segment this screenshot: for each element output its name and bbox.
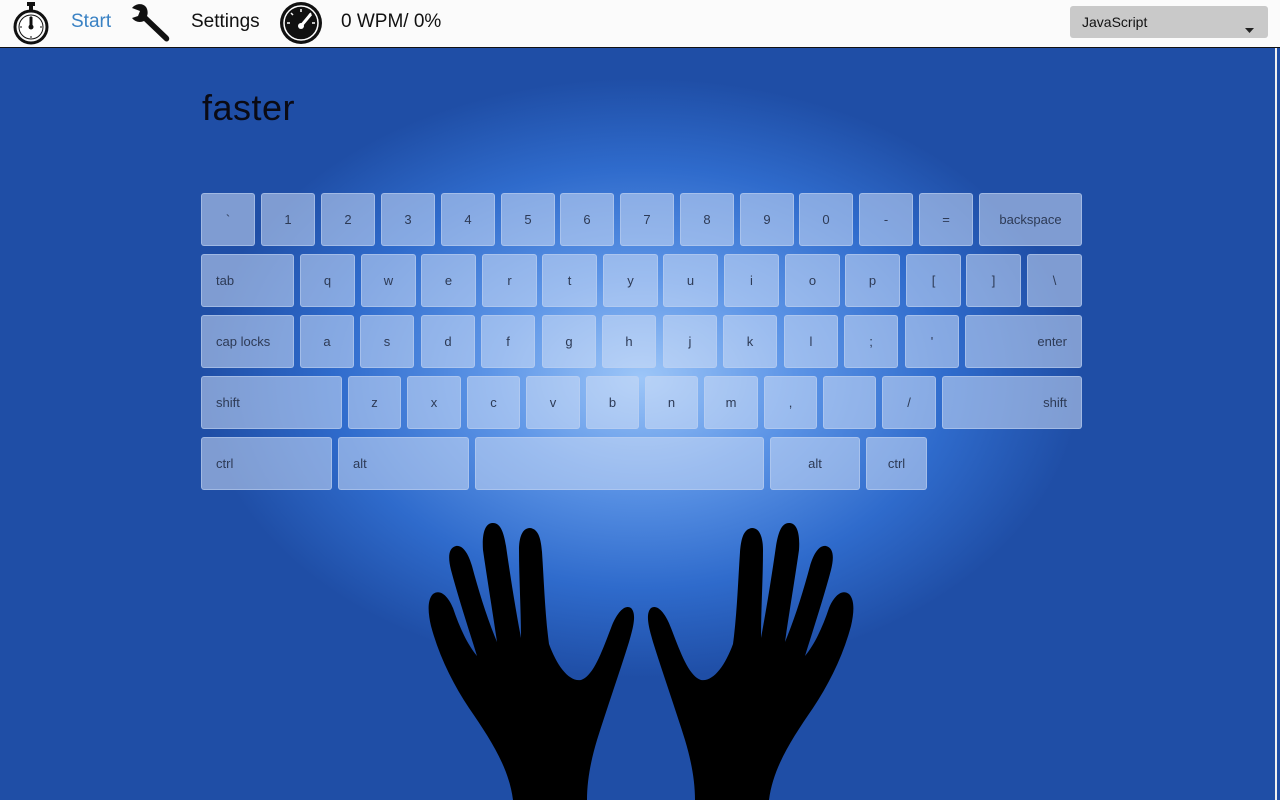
top-toolbar: Start Settings 0 WPM/ 0% JavaScript: [0, 0, 1280, 48]
key-e[interactable]: e: [421, 254, 476, 307]
typing-stage: faster ` 1 2 3 4 5 6 7 8 9 0 - = backspa…: [1, 48, 1277, 800]
key-2[interactable]: 2: [321, 193, 375, 246]
key-slash[interactable]: /: [882, 376, 936, 429]
hands-illustration: [421, 518, 861, 800]
key-r[interactable]: r: [482, 254, 537, 307]
key-alt-right[interactable]: alt: [770, 437, 860, 490]
key-minus[interactable]: -: [859, 193, 913, 246]
key-o[interactable]: o: [785, 254, 840, 307]
key-backtick[interactable]: `: [201, 193, 255, 246]
key-y[interactable]: y: [603, 254, 658, 307]
key-z[interactable]: z: [348, 376, 401, 429]
key-8[interactable]: 8: [680, 193, 734, 246]
key-caps-lock[interactable]: cap locks: [201, 315, 294, 368]
language-select[interactable]: JavaScript: [1070, 6, 1268, 38]
key-tab[interactable]: tab: [201, 254, 294, 307]
key-n[interactable]: n: [645, 376, 698, 429]
key-k[interactable]: k: [723, 315, 777, 368]
key-t[interactable]: t: [542, 254, 597, 307]
start-button[interactable]: Start: [71, 11, 111, 33]
key-6[interactable]: 6: [560, 193, 614, 246]
wrench-icon[interactable]: [128, 2, 174, 46]
key-d[interactable]: d: [421, 315, 475, 368]
key-9[interactable]: 9: [740, 193, 794, 246]
key-g[interactable]: g: [542, 315, 596, 368]
key-ctrl-left[interactable]: ctrl: [201, 437, 332, 490]
key-l[interactable]: l: [784, 315, 838, 368]
key-p[interactable]: p: [845, 254, 900, 307]
key-i[interactable]: i: [724, 254, 779, 307]
key-m[interactable]: m: [704, 376, 758, 429]
key-backspace[interactable]: backspace: [979, 193, 1082, 246]
key-5[interactable]: 5: [501, 193, 555, 246]
key-right-bracket[interactable]: ]: [966, 254, 1021, 307]
key-space[interactable]: [475, 437, 764, 490]
settings-button[interactable]: Settings: [191, 11, 260, 33]
stopwatch-icon[interactable]: [12, 2, 50, 46]
key-q[interactable]: q: [300, 254, 355, 307]
key-comma[interactable]: ,: [764, 376, 817, 429]
key-left-bracket[interactable]: [: [906, 254, 961, 307]
key-period[interactable]: [823, 376, 876, 429]
key-0[interactable]: 0: [799, 193, 853, 246]
key-enter[interactable]: enter: [965, 315, 1082, 368]
key-w[interactable]: w: [361, 254, 416, 307]
key-1[interactable]: 1: [261, 193, 315, 246]
key-u[interactable]: u: [663, 254, 718, 307]
key-shift-right[interactable]: shift: [942, 376, 1082, 429]
wpm-accuracy-readout: 0 WPM/ 0%: [341, 11, 442, 32]
key-v[interactable]: v: [526, 376, 580, 429]
language-select-value: JavaScript: [1082, 14, 1148, 30]
key-4[interactable]: 4: [441, 193, 495, 246]
chevron-down-icon: [1245, 20, 1254, 38]
key-j[interactable]: j: [663, 315, 717, 368]
key-ctrl-right[interactable]: ctrl: [866, 437, 927, 490]
key-alt-left[interactable]: alt: [338, 437, 469, 490]
speedometer-icon: [278, 1, 324, 45]
key-h[interactable]: h: [602, 315, 656, 368]
key-shift-left[interactable]: shift: [201, 376, 342, 429]
key-backslash[interactable]: \: [1027, 254, 1082, 307]
key-7[interactable]: 7: [620, 193, 674, 246]
key-a[interactable]: a: [300, 315, 354, 368]
key-c[interactable]: c: [467, 376, 520, 429]
key-quote[interactable]: ': [905, 315, 959, 368]
key-b[interactable]: b: [586, 376, 639, 429]
key-s[interactable]: s: [360, 315, 414, 368]
target-word: faster: [202, 87, 296, 128]
key-semicolon[interactable]: ;: [844, 315, 898, 368]
key-x[interactable]: x: [407, 376, 461, 429]
key-equals[interactable]: =: [919, 193, 973, 246]
key-f[interactable]: f: [481, 315, 535, 368]
key-3[interactable]: 3: [381, 193, 435, 246]
